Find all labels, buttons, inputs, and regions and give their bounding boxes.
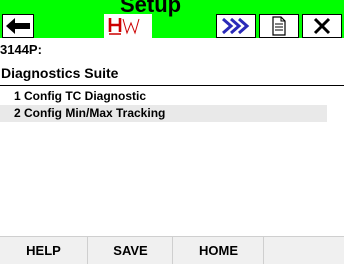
title-row: Setup <box>0 0 344 17</box>
back-button[interactable] <box>2 14 34 38</box>
menu-item-config-min-max-tracking[interactable]: 2 Config Min/Max Tracking <box>0 105 327 122</box>
toolbar <box>0 14 344 38</box>
device-tag: 3144P: <box>0 42 42 57</box>
document-icon <box>272 16 286 36</box>
home-button[interactable]: HOME <box>174 237 264 264</box>
close-button[interactable] <box>302 14 342 38</box>
menu-list: 1 Config TC Diagnostic 2 Config Min/Max … <box>0 88 344 122</box>
fast-forward-icon <box>222 17 250 35</box>
hw-logo <box>104 14 152 38</box>
close-icon <box>313 17 331 35</box>
hw-logo-icon <box>108 18 140 35</box>
document-button[interactable] <box>259 14 299 38</box>
save-button[interactable]: SAVE <box>89 237 173 264</box>
bottom-bar: HELP SAVE HOME <box>0 236 344 264</box>
next-button[interactable] <box>216 14 256 38</box>
help-button[interactable]: HELP <box>0 237 88 264</box>
menu-item-config-tc-diagnostic[interactable]: 1 Config TC Diagnostic <box>0 88 327 105</box>
back-arrow-icon <box>6 18 30 34</box>
menu-title: Diagnostics Suite <box>0 60 344 86</box>
top-bar: Setup <box>0 0 344 38</box>
